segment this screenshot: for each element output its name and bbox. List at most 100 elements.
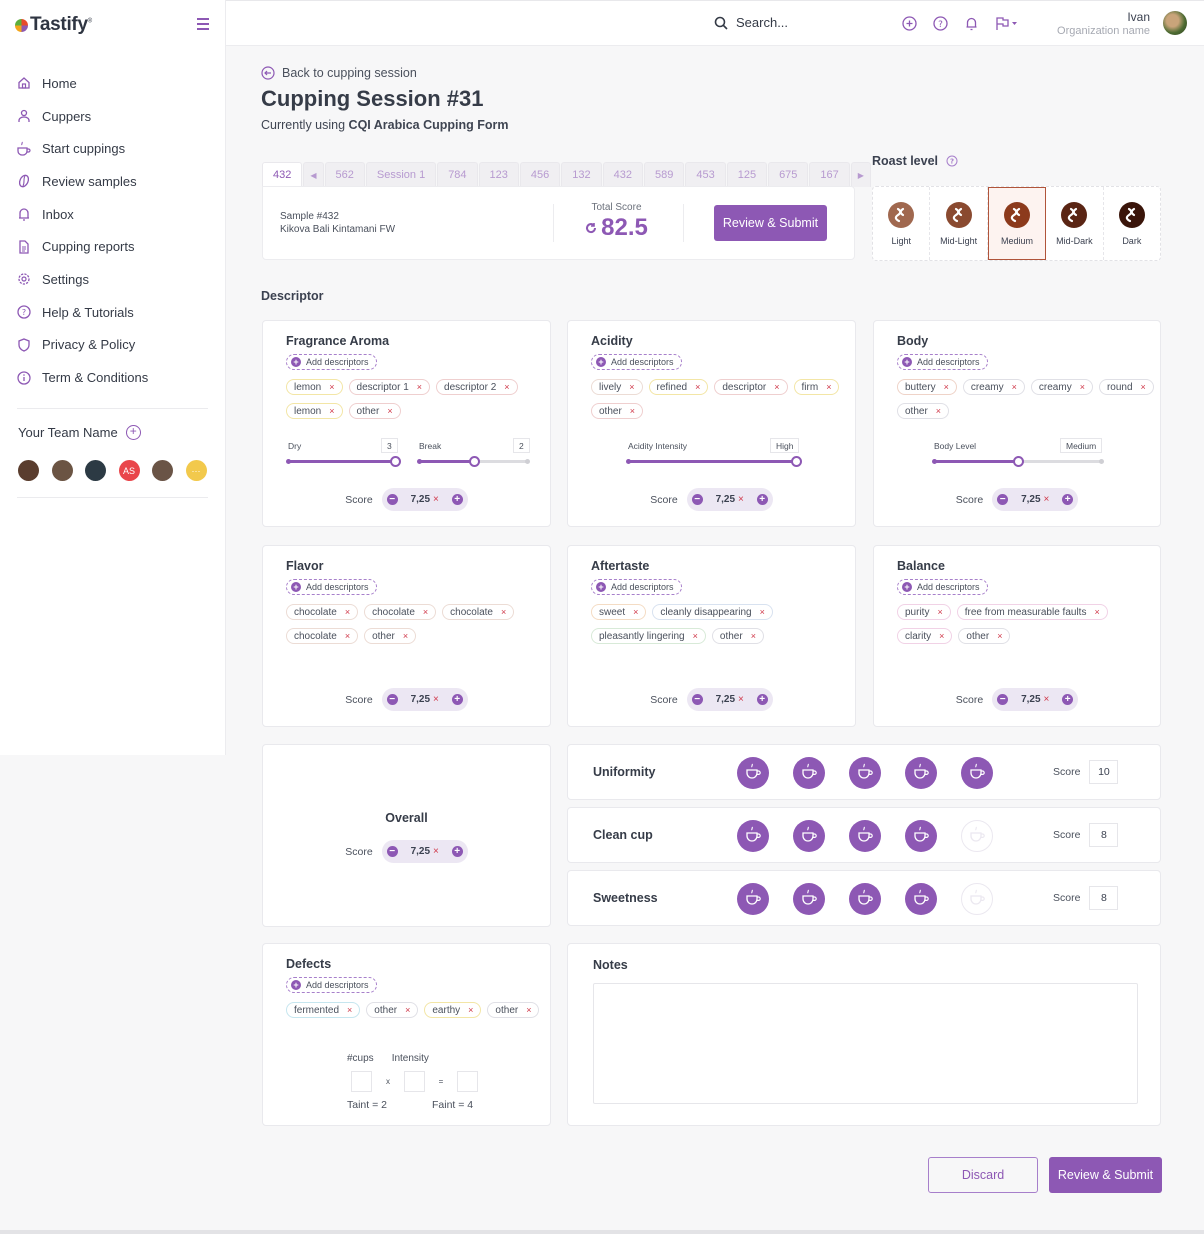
sidebar-item-home[interactable]: Home: [16, 67, 148, 100]
remove-chip-icon[interactable]: ×: [329, 406, 334, 416]
team-member-avatar[interactable]: [51, 460, 73, 481]
roast-option-mid-light[interactable]: Mid-Light: [930, 187, 988, 260]
clear-score-icon[interactable]: ×: [738, 694, 744, 705]
remove-chip-icon[interactable]: ×: [468, 1005, 473, 1015]
sidebar-item-settings[interactable]: Settings: [16, 263, 148, 296]
remove-chip-icon[interactable]: ×: [774, 382, 779, 392]
intensity-input[interactable]: [404, 1071, 425, 1092]
roast-option-medium[interactable]: Medium: [987, 187, 1047, 260]
tab-sample[interactable]: 132: [561, 162, 602, 187]
remove-chip-icon[interactable]: ×: [826, 382, 831, 392]
score-stepper[interactable]: − 7,25 × +: [381, 840, 468, 863]
search-input[interactable]: Search...: [714, 15, 788, 30]
tab-sample[interactable]: 432: [602, 162, 643, 187]
cup-toggle[interactable]: [737, 883, 769, 915]
remove-chip-icon[interactable]: ×: [630, 406, 635, 416]
remove-chip-icon[interactable]: ×: [944, 382, 949, 392]
remove-chip-icon[interactable]: ×: [760, 607, 765, 617]
tab-sample[interactable]: 453: [685, 162, 726, 187]
tab-sample[interactable]: 589: [643, 162, 685, 187]
increment-button[interactable]: +: [451, 846, 463, 857]
remove-chip-icon[interactable]: ×: [504, 382, 509, 392]
back-link[interactable]: Back to cupping session: [261, 66, 417, 80]
add-descriptors-button[interactable]: + Add descriptors: [591, 354, 682, 370]
remove-chip-icon[interactable]: ×: [693, 631, 698, 641]
review-submit-button-footer[interactable]: Review & Submit: [1049, 1157, 1162, 1193]
remove-chip-icon[interactable]: ×: [345, 607, 350, 617]
language-flag-icon[interactable]: [995, 16, 1019, 31]
remove-chip-icon[interactable]: ×: [417, 382, 422, 392]
menu-toggle-icon[interactable]: [197, 18, 209, 30]
clear-score-icon[interactable]: ×: [1044, 494, 1050, 505]
team-member-avatar[interactable]: [85, 460, 106, 481]
score-stepper[interactable]: − 7,25 × +: [686, 488, 773, 511]
add-descriptors-button[interactable]: + Add descriptors: [286, 354, 377, 370]
increment-button[interactable]: +: [451, 494, 463, 505]
remove-chip-icon[interactable]: ×: [751, 631, 756, 641]
score-stepper[interactable]: − 7,25 × +: [381, 688, 468, 711]
notes-textarea[interactable]: [593, 983, 1138, 1104]
cup-toggle[interactable]: [905, 757, 937, 789]
slider-thumb[interactable]: [468, 456, 480, 467]
clear-score-icon[interactable]: ×: [1044, 694, 1050, 705]
notification-bell-icon[interactable]: [964, 16, 979, 31]
cup-toggle[interactable]: [737, 820, 769, 852]
cup-toggle[interactable]: [793, 820, 825, 852]
slider-thumb[interactable]: [1013, 456, 1024, 467]
sidebar-item-review-samples[interactable]: Review samples: [16, 165, 148, 198]
team-member-avatar[interactable]: AS: [118, 460, 140, 481]
score-input[interactable]: 10: [1089, 760, 1119, 784]
cup-toggle[interactable]: [961, 757, 993, 789]
increment-button[interactable]: +: [1062, 494, 1074, 505]
clear-score-icon[interactable]: ×: [433, 494, 439, 505]
remove-chip-icon[interactable]: ×: [1141, 382, 1146, 392]
decrement-button[interactable]: −: [691, 694, 703, 705]
form-name[interactable]: CQI Arabica Cupping Form: [349, 118, 509, 132]
score-input[interactable]: 8: [1089, 823, 1119, 847]
cup-toggle[interactable]: [961, 820, 993, 852]
tabs-prev-button[interactable]: ◀: [303, 162, 324, 187]
cups-input[interactable]: [351, 1071, 372, 1092]
tab-sample[interactable]: 675: [768, 162, 809, 187]
slider[interactable]: [286, 456, 401, 467]
slider-value-box[interactable]: High: [770, 438, 800, 453]
decrement-button[interactable]: −: [997, 694, 1009, 705]
cup-toggle[interactable]: [793, 883, 825, 915]
cup-toggle[interactable]: [737, 757, 769, 789]
decrement-button[interactable]: −: [386, 494, 398, 505]
increment-button[interactable]: +: [756, 694, 768, 705]
slider-value-box[interactable]: Medium: [1060, 438, 1103, 453]
remove-chip-icon[interactable]: ×: [633, 607, 638, 617]
sidebar-item-privacy[interactable]: Privacy & Policy: [16, 329, 148, 362]
remove-chip-icon[interactable]: ×: [1080, 382, 1085, 392]
remove-chip-icon[interactable]: ×: [936, 406, 941, 416]
decrement-button[interactable]: −: [691, 494, 703, 505]
slider-value-box[interactable]: 2: [513, 438, 530, 453]
discard-button[interactable]: Discard: [928, 1157, 1038, 1193]
sidebar-item-terms[interactable]: Term & Conditions: [16, 361, 148, 394]
help-icon[interactable]: ?: [946, 155, 958, 167]
user-avatar[interactable]: [1163, 11, 1187, 35]
add-descriptors-button[interactable]: + Add descriptors: [591, 579, 682, 595]
review-submit-button[interactable]: Review & Submit: [714, 205, 827, 241]
remove-chip-icon[interactable]: ×: [939, 631, 944, 641]
roast-option-mid-dark[interactable]: Mid-Dark: [1046, 187, 1104, 260]
tab-sample[interactable]: 123: [478, 162, 519, 187]
remove-chip-icon[interactable]: ×: [1012, 382, 1017, 392]
increment-button[interactable]: +: [451, 694, 463, 705]
score-stepper[interactable]: − 7,25 × +: [686, 688, 773, 711]
tab-sample[interactable]: 456: [519, 162, 561, 187]
logo[interactable]: Tastify®: [15, 14, 92, 36]
add-team-member-button[interactable]: +: [125, 425, 141, 440]
score-stepper[interactable]: − 7,25 × +: [992, 488, 1079, 511]
tab-sample[interactable]: 784: [437, 162, 478, 187]
add-circle-icon[interactable]: [902, 16, 917, 31]
remove-chip-icon[interactable]: ×: [1094, 607, 1099, 617]
clear-score-icon[interactable]: ×: [738, 494, 744, 505]
clear-score-icon[interactable]: ×: [433, 694, 439, 705]
cup-toggle[interactable]: [849, 757, 881, 789]
add-descriptors-button[interactable]: + Add descriptors: [286, 977, 377, 993]
remove-chip-icon[interactable]: ×: [329, 382, 334, 392]
user-info[interactable]: Ivan Organization name: [1057, 10, 1150, 37]
score-stepper[interactable]: − 7,25 × +: [992, 688, 1079, 711]
